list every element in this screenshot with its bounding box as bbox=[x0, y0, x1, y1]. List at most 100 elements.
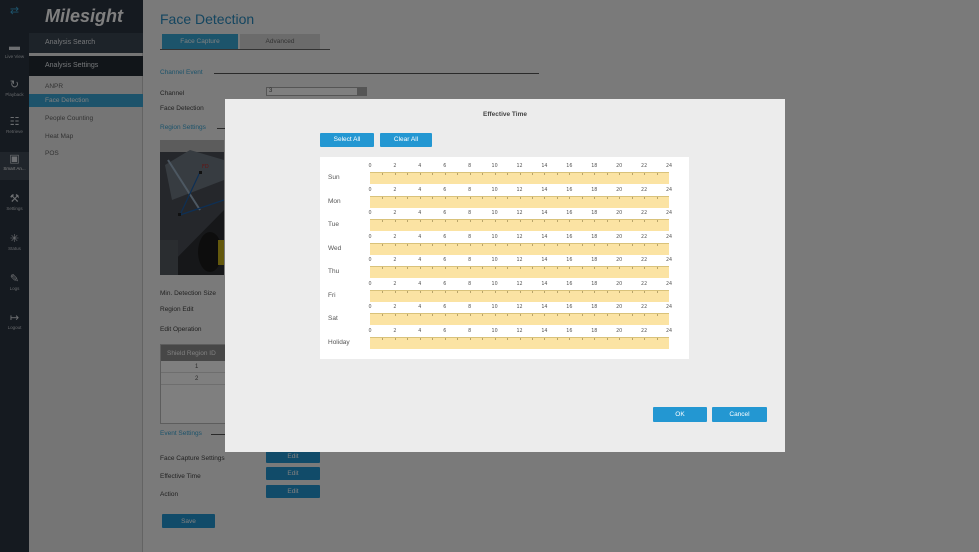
hour-tick-label: 8 bbox=[468, 258, 472, 263]
hour-tick-label: 8 bbox=[468, 281, 472, 287]
hour-tick-mark bbox=[644, 267, 646, 269]
clear-all-button[interactable]: Clear All bbox=[380, 133, 432, 147]
hour-tick-label: 10 bbox=[491, 211, 498, 216]
hour-tick-mark bbox=[432, 290, 434, 293]
select-all-button[interactable]: Select All bbox=[320, 133, 374, 147]
hour-tick-mark bbox=[394, 196, 396, 199]
hour-tick-label: 20 bbox=[616, 305, 623, 310]
hour-tick-label: 12 bbox=[516, 234, 523, 240]
hour-tick-mark bbox=[519, 337, 521, 340]
hour-tick-mark bbox=[507, 337, 509, 340]
hour-tick-mark bbox=[507, 290, 509, 293]
hour-tick-label: 20 bbox=[616, 164, 623, 169]
hour-tick-mark bbox=[656, 196, 658, 199]
hour-tick-label: 16 bbox=[566, 234, 573, 240]
ok-button[interactable]: OK bbox=[653, 407, 707, 422]
hour-tick-label: 6 bbox=[443, 258, 447, 263]
hour-tick-mark bbox=[457, 267, 459, 269]
hour-tick-mark bbox=[606, 243, 608, 246]
hour-tick-mark bbox=[619, 173, 621, 175]
hour-tick-mark bbox=[382, 290, 384, 293]
hour-tick-mark bbox=[419, 243, 421, 246]
hour-tick-label: 4 bbox=[418, 234, 422, 240]
hour-tick-mark bbox=[619, 267, 621, 269]
hour-tick-label: 24 bbox=[665, 305, 673, 310]
day-label: Thu bbox=[328, 268, 340, 275]
hour-tick-mark bbox=[606, 196, 608, 199]
hour-tick-label: 8 bbox=[468, 187, 472, 193]
hour-tick-label: 8 bbox=[468, 164, 472, 169]
hour-tick-mark bbox=[581, 196, 583, 199]
hour-tick-mark bbox=[606, 314, 608, 316]
hour-tick-mark bbox=[419, 267, 421, 269]
hour-tick-label: 14 bbox=[541, 281, 548, 287]
hour-tick-label: 0 bbox=[368, 328, 372, 334]
hour-tick-mark bbox=[482, 337, 484, 340]
hour-tick-mark bbox=[469, 173, 471, 175]
hour-tick-mark bbox=[494, 220, 496, 222]
hour-tick-mark bbox=[519, 243, 521, 246]
hour-tick-mark bbox=[494, 196, 496, 199]
hour-tick-mark bbox=[432, 243, 434, 246]
hour-tick-label: 18 bbox=[591, 187, 598, 193]
hour-tick-mark bbox=[581, 243, 583, 246]
schedule-bar[interactable] bbox=[370, 289, 669, 302]
hour-tick-mark bbox=[419, 173, 421, 175]
hour-tick-mark bbox=[407, 243, 409, 246]
hour-tick-mark bbox=[394, 243, 396, 246]
hour-tick-label: 4 bbox=[418, 281, 422, 287]
hour-tick-label: 20 bbox=[616, 234, 623, 240]
hour-tick-label: 24 bbox=[665, 234, 673, 240]
hour-tick-mark bbox=[382, 196, 384, 199]
hour-tick-mark bbox=[556, 196, 558, 199]
day-row: Mon 0 2 4 6 8 10 12 14 16 18 20 22 24 bbox=[320, 187, 689, 210]
hour-tick-mark bbox=[469, 314, 471, 316]
cancel-button[interactable]: Cancel bbox=[712, 407, 767, 422]
hour-tick-mark bbox=[569, 267, 571, 269]
hour-tick-mark bbox=[544, 290, 546, 293]
hour-tick-label: 20 bbox=[616, 281, 623, 287]
hour-tick-label: 22 bbox=[641, 305, 648, 310]
hour-tick-mark bbox=[407, 267, 409, 269]
hour-tick-mark bbox=[494, 243, 496, 246]
day-row: Sun 0 2 4 6 8 10 12 14 16 18 20 22 24 bbox=[320, 163, 689, 186]
hour-tick-label: 14 bbox=[541, 328, 548, 334]
schedule-bar[interactable] bbox=[370, 336, 669, 349]
hour-tick-mark bbox=[556, 290, 558, 293]
hour-tick-mark bbox=[656, 267, 658, 269]
hour-tick-mark bbox=[407, 337, 409, 340]
schedule-bar[interactable] bbox=[370, 242, 669, 255]
hour-tick-mark bbox=[594, 243, 596, 246]
hour-tick-label: 0 bbox=[368, 281, 372, 287]
schedule-bar[interactable] bbox=[370, 172, 669, 184]
schedule-bar[interactable] bbox=[370, 266, 669, 278]
hour-tick-label: 22 bbox=[641, 328, 648, 334]
hour-tick-mark bbox=[556, 314, 558, 316]
hour-tick-label: 18 bbox=[591, 258, 598, 263]
hour-tick-mark bbox=[619, 196, 621, 199]
day-label: Tue bbox=[328, 221, 339, 228]
hour-tick-mark bbox=[394, 173, 396, 175]
day-row: Sat 0 2 4 6 8 10 12 14 16 18 20 22 24 bbox=[320, 304, 689, 327]
hour-tick-label: 2 bbox=[393, 234, 397, 240]
schedule-bar[interactable] bbox=[370, 195, 669, 208]
hour-tick-mark bbox=[432, 196, 434, 199]
hour-tick-mark bbox=[432, 267, 434, 269]
hour-tick-mark bbox=[531, 314, 533, 316]
hour-tick-mark bbox=[482, 243, 484, 246]
hour-tick-label: 14 bbox=[541, 164, 548, 169]
hour-tick-label: 6 bbox=[443, 187, 447, 193]
hour-tick-mark bbox=[631, 173, 633, 175]
schedule-bar[interactable] bbox=[370, 313, 669, 325]
hour-tick-mark bbox=[444, 314, 446, 316]
hour-tick-label: 20 bbox=[616, 328, 623, 334]
hour-tick-label: 4 bbox=[418, 164, 422, 169]
hour-tick-label: 14 bbox=[541, 211, 548, 216]
hour-tick-label: 0 bbox=[368, 211, 372, 216]
hour-tick-mark bbox=[656, 290, 658, 293]
hour-tick-label: 16 bbox=[566, 187, 573, 193]
hour-tick-mark bbox=[444, 337, 446, 340]
schedule-bar[interactable] bbox=[370, 219, 669, 231]
hour-tick-mark bbox=[519, 173, 521, 175]
hour-tick-label: 14 bbox=[541, 187, 548, 193]
